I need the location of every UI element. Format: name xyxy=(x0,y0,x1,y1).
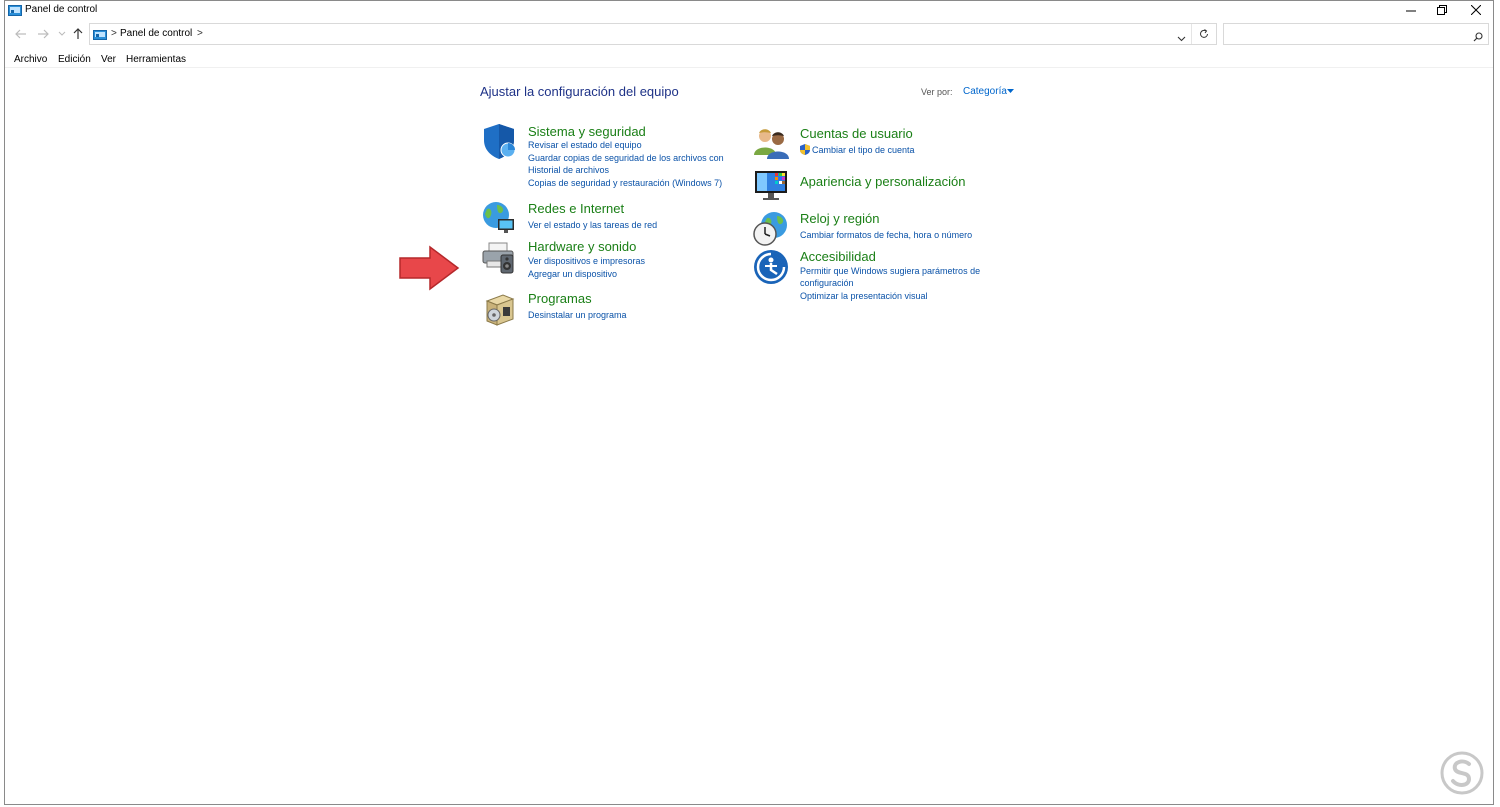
search-icon xyxy=(1473,29,1483,47)
menu-herramientas[interactable]: Herramientas xyxy=(126,54,186,65)
forward-button[interactable] xyxy=(36,27,50,41)
globe-network-icon[interactable] xyxy=(481,199,517,235)
users-icon[interactable] xyxy=(753,125,789,161)
category-system-security: Sistema y seguridad Revisar el estado de… xyxy=(481,123,741,191)
restore-icon xyxy=(1437,5,1447,15)
minimize-button[interactable] xyxy=(1394,1,1428,19)
link-optimize-visual-display[interactable]: Optimizar la presentación visual xyxy=(800,291,928,301)
category-title-system[interactable]: Sistema y seguridad xyxy=(528,124,646,139)
address-bar[interactable]: > Panel de control > xyxy=(89,23,1217,45)
restore-button[interactable] xyxy=(1425,1,1459,19)
refresh-button[interactable] xyxy=(1191,24,1216,44)
refresh-icon xyxy=(1200,29,1208,38)
menu-archivo[interactable]: Archivo xyxy=(14,54,47,65)
programs-box-icon[interactable] xyxy=(481,291,517,327)
link-file-history[interactable]: Historial de archivos xyxy=(528,165,609,175)
navigation-bar: > Panel de control > xyxy=(5,21,1493,47)
link-let-windows-suggest[interactable]: Permitir que Windows sugiera parámetros … xyxy=(800,266,980,276)
caret-down-icon[interactable] xyxy=(1007,89,1014,93)
category-clock-region: Reloj y región Cambiar formatos de fecha… xyxy=(753,210,1013,246)
accessibility-icon[interactable] xyxy=(753,249,789,285)
chevron-down-icon xyxy=(58,31,66,36)
category-hardware-sound: Hardware y sonido Ver dispositivos e imp… xyxy=(481,239,741,283)
breadcrumb-separator: > xyxy=(111,28,117,39)
annotation-arrow-icon xyxy=(399,245,460,291)
link-change-formats[interactable]: Cambiar formatos de fecha, hora o número xyxy=(800,230,972,240)
address-dropdown-button[interactable] xyxy=(1177,29,1186,47)
view-by-label: Ver por: xyxy=(921,87,953,97)
category-title-accessibility[interactable]: Accesibilidad xyxy=(800,249,876,264)
forward-arrow-icon xyxy=(38,29,49,39)
control-panel-icon xyxy=(93,28,107,46)
category-title-clock[interactable]: Reloj y región xyxy=(800,211,880,226)
window-title: Panel de control xyxy=(25,4,98,15)
link-let-windows-suggest-cont[interactable]: configuración xyxy=(800,278,854,288)
link-add-device[interactable]: Agregar un dispositivo xyxy=(528,269,617,279)
link-check-status[interactable]: Revisar el estado del equipo xyxy=(528,140,642,150)
category-title-appearance[interactable]: Apariencia y personalización xyxy=(800,174,965,189)
printer-speaker-icon[interactable] xyxy=(481,239,517,275)
view-by-dropdown[interactable]: Categoría xyxy=(963,86,1007,97)
chevron-down-icon xyxy=(1177,36,1186,42)
back-button[interactable] xyxy=(14,27,28,41)
site-logo-icon xyxy=(1440,751,1484,795)
link-backup-files[interactable]: Guardar copias de seguridad de los archi… xyxy=(528,153,724,163)
monitor-palette-icon[interactable] xyxy=(753,167,789,203)
category-network-internet: Redes e Internet Ver el estado y las tar… xyxy=(481,199,741,235)
control-panel-app-icon xyxy=(8,4,22,22)
category-appearance: Apariencia y personalización xyxy=(753,167,1013,203)
link-backup-restore-win7[interactable]: Copias de seguridad y restauración (Wind… xyxy=(528,178,722,188)
close-button[interactable] xyxy=(1459,1,1493,19)
category-accessibility: Accesibilidad Permitir que Windows sugie… xyxy=(753,249,1013,303)
link-network-status[interactable]: Ver el estado y las tareas de red xyxy=(528,220,657,230)
control-panel-window: Panel de control > Panel de control > Ar… xyxy=(4,0,1494,805)
category-title-network[interactable]: Redes e Internet xyxy=(528,201,624,216)
up-arrow-icon xyxy=(73,28,83,39)
page-title: Ajustar la configuración del equipo xyxy=(480,84,679,99)
minimize-icon xyxy=(1406,10,1416,12)
search-input[interactable] xyxy=(1223,23,1489,45)
category-title-programs[interactable]: Programas xyxy=(528,291,592,306)
breadcrumb-expand[interactable]: > xyxy=(197,28,203,39)
breadcrumb-control-panel[interactable]: Panel de control xyxy=(120,28,192,39)
menu-edicion[interactable]: Edición xyxy=(58,54,91,65)
category-title-hardware[interactable]: Hardware y sonido xyxy=(528,239,636,254)
shield-icon[interactable] xyxy=(481,123,517,159)
link-devices-printers[interactable]: Ver dispositivos e impresoras xyxy=(528,256,645,266)
back-arrow-icon xyxy=(15,29,26,39)
menu-ver[interactable]: Ver xyxy=(101,54,116,65)
link-uninstall-program[interactable]: Desinstalar un programa xyxy=(528,310,627,320)
category-programs: Programas Desinstalar un programa xyxy=(481,291,741,327)
category-title-users[interactable]: Cuentas de usuario xyxy=(800,126,913,141)
category-user-accounts: Cuentas de usuario Cambiar el tipo de cu… xyxy=(753,125,1013,161)
up-button[interactable] xyxy=(71,27,85,41)
recent-locations-button[interactable] xyxy=(55,27,69,41)
uac-shield-icon xyxy=(800,144,810,155)
menu-bar: Archivo Edición Ver Herramientas xyxy=(5,51,1493,68)
title-bar: Panel de control xyxy=(5,1,1493,19)
link-change-account-type[interactable]: Cambiar el tipo de cuenta xyxy=(812,145,915,155)
close-icon xyxy=(1471,5,1481,15)
clock-globe-icon[interactable] xyxy=(753,210,789,246)
